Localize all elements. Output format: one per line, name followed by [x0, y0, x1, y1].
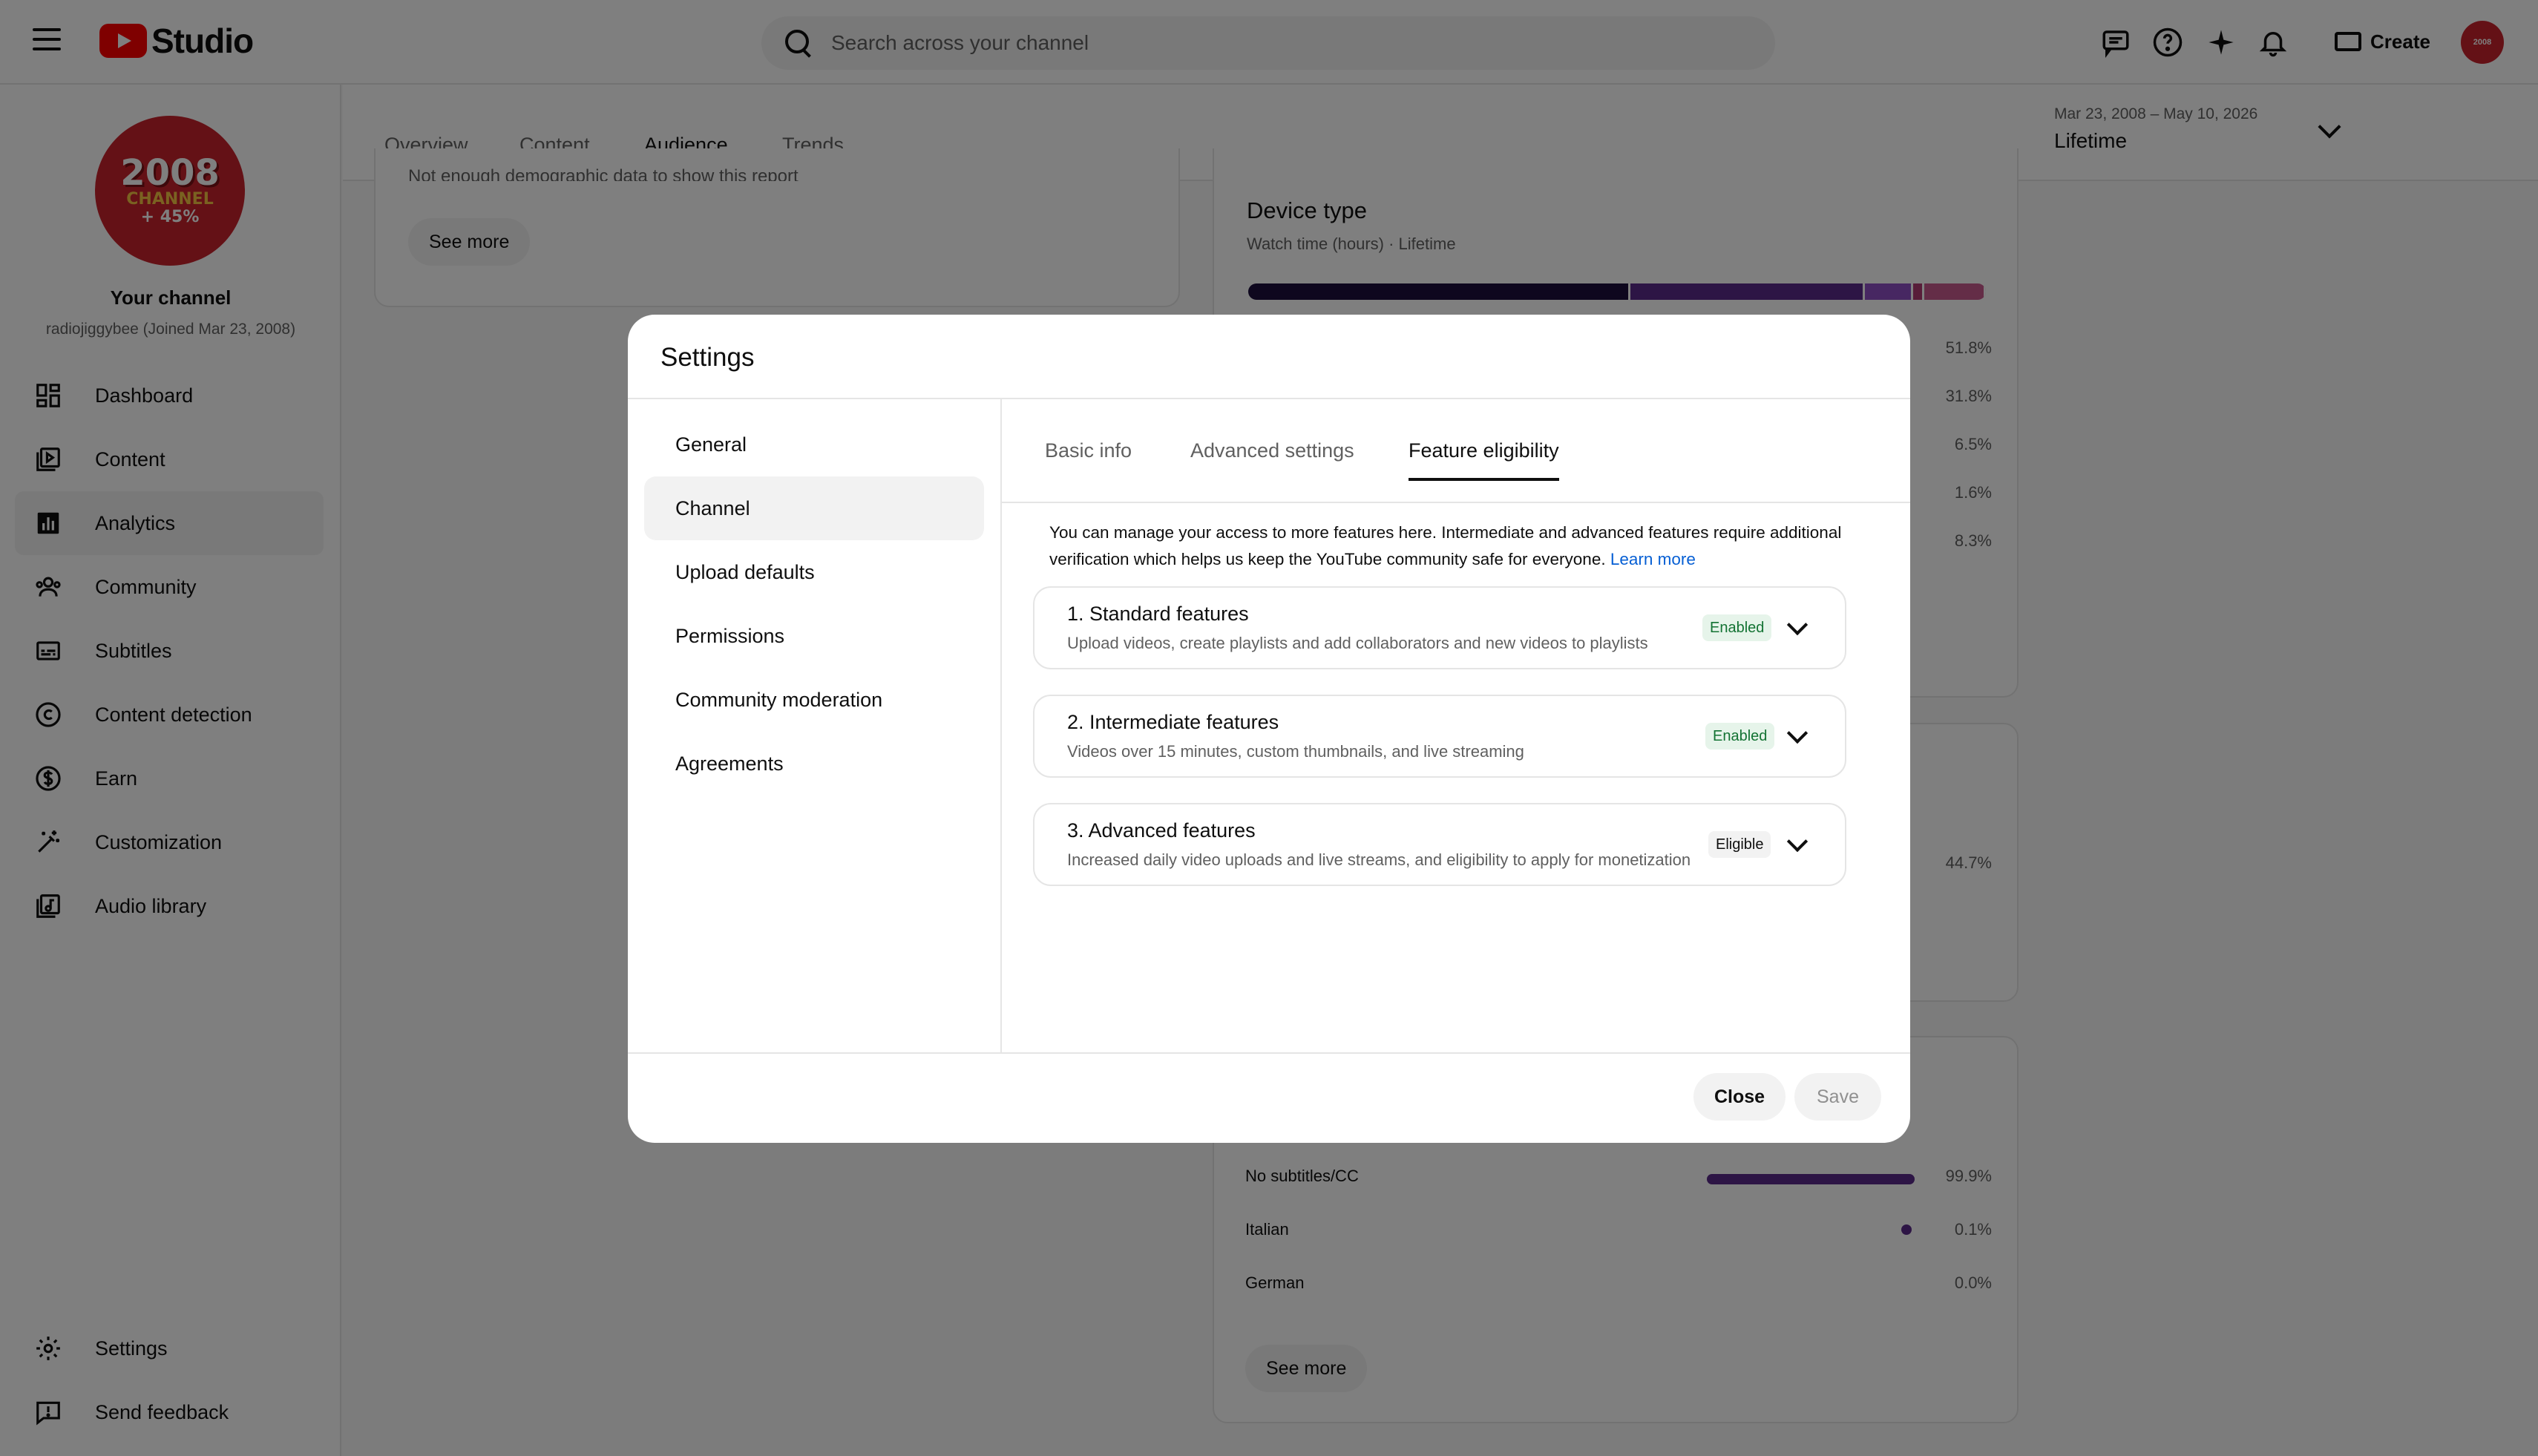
status-badge: Enabled — [1705, 723, 1775, 750]
feature-title: 2. Intermediate features — [1067, 711, 1279, 733]
divider — [628, 1052, 1910, 1054]
tab-advanced-settings[interactable]: Advanced settings — [1190, 439, 1354, 462]
save-button[interactable]: Save — [1794, 1073, 1881, 1121]
feature-intermediate[interactable]: 2. Intermediate features Videos over 15 … — [1033, 695, 1846, 778]
settings-nav-general[interactable]: General — [644, 413, 984, 476]
tab-basic-info[interactable]: Basic info — [1045, 439, 1132, 462]
settings-dialog: Settings General Channel Upload defaults… — [628, 315, 1910, 1143]
feature-eligibility-intro: You can manage your access to more featu… — [1049, 519, 1851, 573]
feature-title: 1. Standard features — [1067, 603, 1249, 625]
learn-more-link[interactable]: Learn more — [1610, 550, 1696, 568]
tab-feature-eligibility[interactable]: Feature eligibility — [1409, 439, 1559, 481]
channel-settings-tabs: Basic info Advanced settings Feature eli… — [1002, 399, 1910, 503]
dialog-title: Settings — [660, 343, 755, 372]
settings-nav-permissions[interactable]: Permissions — [644, 604, 984, 668]
feature-description: Videos over 15 minutes, custom thumbnail… — [1067, 742, 1524, 761]
feature-advanced[interactable]: 3. Advanced features Increased daily vid… — [1033, 803, 1846, 886]
feature-description: Upload videos, create playlists and add … — [1067, 634, 1648, 652]
feature-title: 3. Advanced features — [1067, 819, 1256, 842]
feature-description: Increased daily video uploads and live s… — [1067, 850, 1691, 869]
settings-nav-channel[interactable]: Channel — [644, 476, 984, 540]
chevron-down-icon[interactable] — [1786, 830, 1809, 853]
settings-nav-community-moderation[interactable]: Community moderation — [644, 668, 984, 732]
settings-nav: General Channel Upload defaults Permissi… — [644, 413, 984, 796]
chevron-down-icon[interactable] — [1786, 722, 1809, 744]
status-badge: Enabled — [1702, 614, 1772, 641]
status-badge: Eligible — [1708, 831, 1771, 858]
feature-standard[interactable]: 1. Standard features Upload videos, crea… — [1033, 586, 1846, 669]
intro-text: You can manage your access to more featu… — [1049, 523, 1842, 568]
settings-nav-agreements[interactable]: Agreements — [644, 732, 984, 796]
chevron-down-icon[interactable] — [1786, 614, 1809, 636]
settings-nav-upload-defaults[interactable]: Upload defaults — [644, 540, 984, 604]
close-button[interactable]: Close — [1693, 1073, 1786, 1121]
